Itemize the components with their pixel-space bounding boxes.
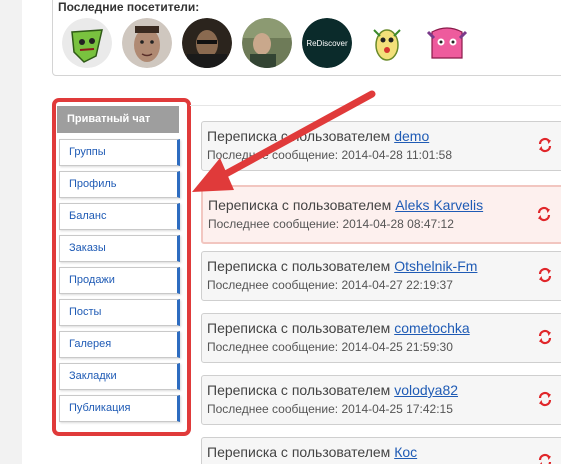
- chat-title: Переписка с пользователем volodya82: [207, 382, 459, 398]
- chat-last-message: Последнее сообщение: 2014-04-28 11:01:58: [207, 148, 452, 162]
- refresh-icon[interactable]: [537, 391, 553, 407]
- yellow-monster-avatar[interactable]: [362, 18, 412, 68]
- recent-visitors-list: ReDiscover: [62, 18, 472, 68]
- sidebar-item-posts[interactable]: Посты: [59, 299, 180, 326]
- refresh-icon[interactable]: [536, 206, 552, 222]
- chat-last-message: Последнее сообщение: 2014-04-27 22:19:37: [207, 278, 453, 292]
- sidebar-item-profile[interactable]: Профиль: [59, 171, 180, 198]
- refresh-icon[interactable]: [537, 267, 553, 283]
- chat-user-link[interactable]: Otshelnik-Fm: [394, 258, 477, 274]
- recent-visitors-title: Последние посетители:: [58, 0, 200, 14]
- chat-last-message: Последнее сообщение: 2014-04-25 17:42:15: [207, 402, 453, 416]
- sidebar-item-groups[interactable]: Группы: [59, 139, 180, 166]
- man-dark-photo-avatar[interactable]: [182, 18, 232, 68]
- refresh-icon[interactable]: [537, 453, 553, 464]
- man-room-photo-avatar[interactable]: [242, 18, 292, 68]
- chat-item-highlighted[interactable]: Переписка с пользователем Aleks Karvelis…: [201, 185, 561, 244]
- chat-title: Переписка с пользователем demo: [207, 128, 430, 144]
- sidebar-item-sales[interactable]: Продажи: [59, 267, 180, 294]
- chat-user-link[interactable]: cometochka: [394, 320, 469, 336]
- refresh-icon[interactable]: [537, 329, 553, 345]
- chat-user-link[interactable]: Кос: [394, 444, 417, 460]
- sidebar-item-publication[interactable]: Публикация: [59, 395, 180, 422]
- chat-item[interactable]: Переписка с пользователем cometochka Пос…: [201, 313, 561, 363]
- pink-monster-avatar[interactable]: [422, 18, 472, 68]
- man-photo-avatar[interactable]: [122, 18, 172, 68]
- chat-last-message: Последнее сообщение: 2014-04-25 21:59:30: [207, 340, 453, 354]
- chat-user-link[interactable]: Aleks Karvelis: [395, 197, 483, 213]
- sidebar-item-balance[interactable]: Баланс: [59, 203, 180, 230]
- sidebar-item-bookmarks[interactable]: Закладки: [59, 363, 180, 390]
- chat-item[interactable]: Переписка с пользователем Otshelnik-Fm П…: [201, 251, 561, 301]
- rediscover-logo-avatar[interactable]: ReDiscover: [302, 18, 352, 68]
- left-gutter: [0, 0, 22, 464]
- sidebar-item-orders[interactable]: Заказы: [59, 235, 180, 262]
- sidebar-header-private-chat[interactable]: Приватный чат: [57, 106, 179, 133]
- chat-last-message: Последнее сообщение: 2014-04-28 08:47:12: [208, 217, 454, 231]
- green-creature-avatar[interactable]: [62, 18, 112, 68]
- refresh-icon[interactable]: [537, 137, 553, 153]
- chat-title: Переписка с пользователем Кос: [207, 444, 418, 460]
- rediscover-logo-text: ReDiscover: [306, 39, 348, 48]
- chat-item[interactable]: Переписка с пользователем Кос: [201, 437, 561, 464]
- content-divider: [190, 105, 561, 106]
- chat-user-link[interactable]: demo: [394, 128, 429, 144]
- chat-item[interactable]: Переписка с пользователем volodya82 Посл…: [201, 375, 561, 425]
- chat-title: Переписка с пользователем cometochka: [207, 320, 470, 336]
- chat-user-link[interactable]: volodya82: [394, 382, 458, 398]
- chat-item[interactable]: Переписка с пользователем demo Последнее…: [201, 121, 561, 171]
- sidebar-item-gallery[interactable]: Галерея: [59, 331, 180, 358]
- chat-title: Переписка с пользователем Aleks Karvelis: [208, 197, 484, 213]
- chat-title: Переписка с пользователем Otshelnik-Fm: [207, 258, 478, 274]
